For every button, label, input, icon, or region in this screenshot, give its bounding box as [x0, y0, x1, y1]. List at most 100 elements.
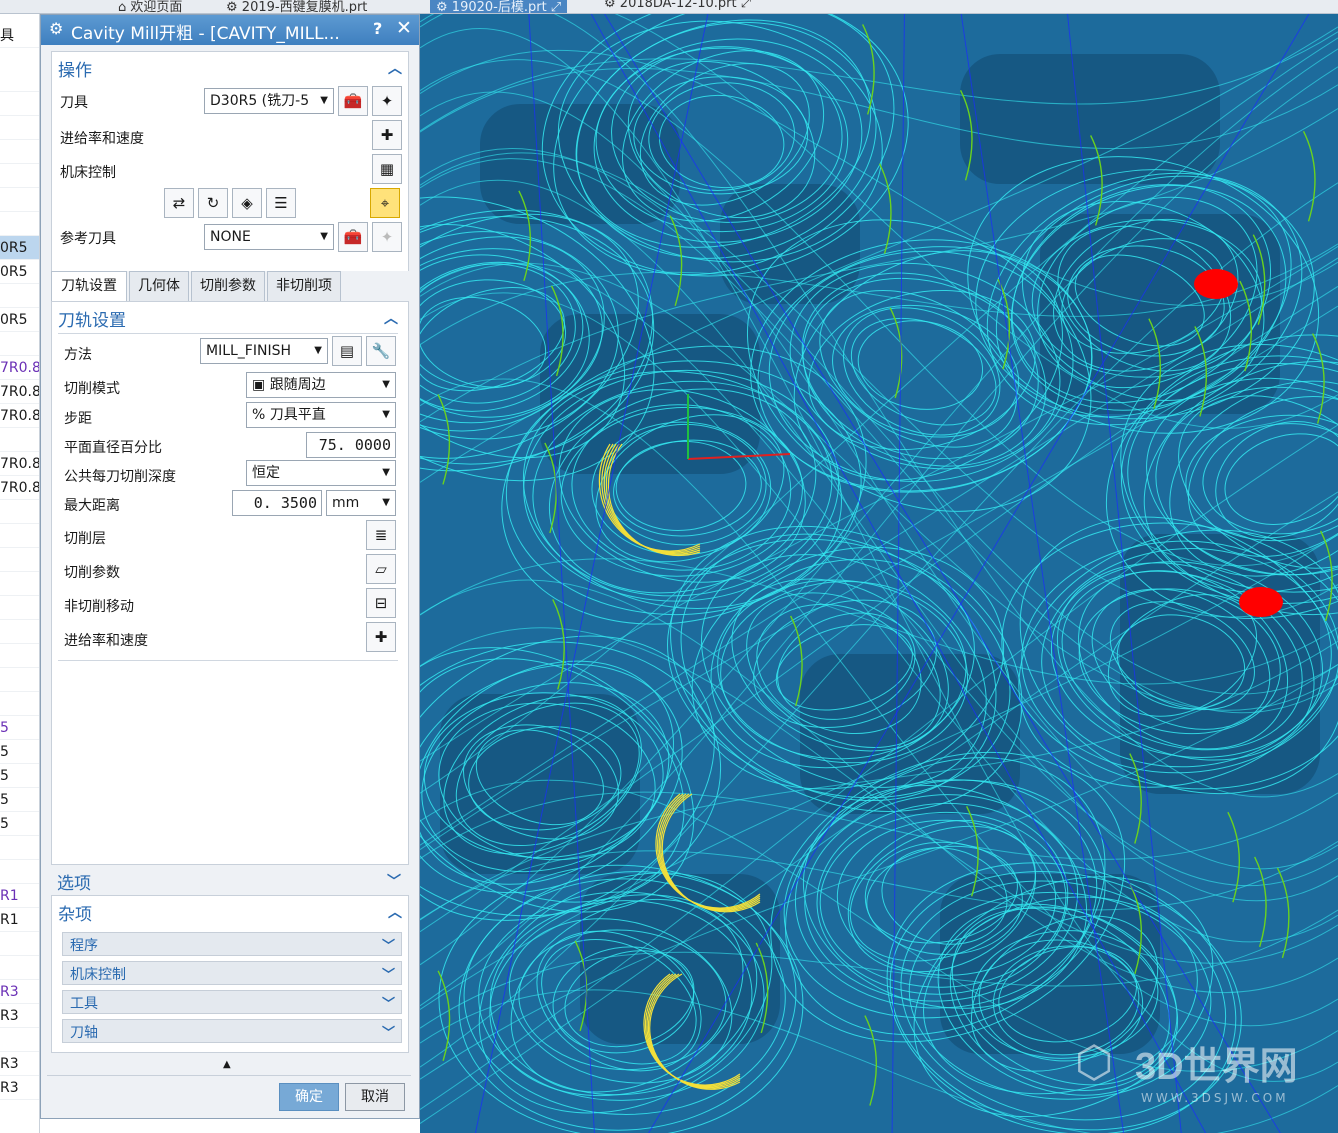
max-dist-input[interactable]: 0. 3500 [232, 490, 322, 516]
navigator-row[interactable]: 0R5 [0, 236, 39, 260]
simulate-icon[interactable]: ⌖ [370, 188, 400, 218]
navigator-row[interactable] [0, 956, 39, 980]
cut-params-icon[interactable]: ▱ [366, 554, 396, 584]
tool-select[interactable]: D30R5 (铣刀-5 ▼ [204, 88, 334, 114]
path-settings-header[interactable]: 刀轨设置 [58, 306, 126, 331]
expand-chevron-icon[interactable]: ﹀ [387, 871, 401, 891]
graphics-viewport[interactable]: ⬡ 3D世界网 WWW.3DSJW.COM [420, 14, 1338, 1133]
navigator-row[interactable] [0, 572, 39, 596]
misc-program-row[interactable]: 程序 ﹀ [62, 932, 402, 956]
collapse-chevron-icon[interactable]: ︿ [388, 58, 402, 78]
options-group[interactable]: 选项 ﹀ [51, 867, 409, 894]
collapse-chevron-icon[interactable]: ︿ [388, 902, 402, 922]
misc-machine-label: 机床控制 [70, 967, 126, 983]
tab-welcome[interactable]: ⌂ 欢迎页面 [118, 0, 182, 13]
misc-axis-label: 刀轴 [70, 1025, 98, 1041]
options-header[interactable]: 选项 [57, 869, 91, 894]
navigator-row[interactable]: 7R0.8 [0, 476, 39, 500]
replay-icon[interactable]: ↻ [198, 188, 228, 218]
noncut-moves-icon[interactable]: ⊟ [366, 588, 396, 618]
navigator-row[interactable] [0, 644, 39, 668]
misc-tool-row[interactable]: 工具 ﹀ [62, 990, 402, 1014]
navigator-row[interactable]: 5 [0, 812, 39, 836]
navigator-row[interactable]: R3 [0, 980, 39, 1004]
navigator-row[interactable] [0, 140, 39, 164]
navigator-row[interactable]: 5 [0, 740, 39, 764]
collapse-arrow-icon[interactable]: ▲ [223, 1059, 231, 1070]
navigator-row[interactable] [0, 164, 39, 188]
verify-icon[interactable]: ◈ [232, 188, 262, 218]
navigator-row[interactable]: 7R0.8 [0, 404, 39, 428]
depth-value: 恒定 [252, 465, 280, 481]
misc-axis-row[interactable]: 刀轴 ﹀ [62, 1019, 402, 1043]
navigator-row[interactable] [0, 212, 39, 236]
cut-mode-select[interactable]: ▣ 跟随周边 ▼ [246, 372, 396, 398]
navigator-row[interactable] [0, 620, 39, 644]
navigator-row[interactable]: R3 [0, 1004, 39, 1028]
collapse-chevron-icon[interactable]: ︿ [384, 308, 398, 328]
stepover-select[interactable]: % 刀具平直 ▼ [246, 402, 396, 428]
navigator-row[interactable] [0, 692, 39, 716]
ok-button[interactable]: 确定 [279, 1083, 339, 1111]
navigator-row[interactable] [0, 68, 39, 92]
percent-input[interactable]: 75. 0000 [306, 432, 396, 458]
navigator-row[interactable] [0, 860, 39, 884]
navigator-row[interactable]: R3 [0, 1076, 39, 1100]
navigator-row[interactable] [0, 92, 39, 116]
navigator-row[interactable]: 5 [0, 764, 39, 788]
edit-tool-icon[interactable]: ✦ [372, 86, 402, 116]
navigator-row[interactable]: 0R5 [0, 308, 39, 332]
help-button[interactable]: ? [373, 19, 382, 38]
edit-method-icon[interactable]: 🔧 [366, 336, 396, 366]
navigator-row[interactable]: 5 [0, 788, 39, 812]
close-button[interactable]: ✕ [396, 17, 412, 39]
unit-select[interactable]: mm ▼ [326, 490, 396, 516]
navigator-row[interactable]: R1 [0, 884, 39, 908]
tab-path-settings[interactable]: 刀轨设置 [51, 271, 127, 302]
path-feeds-icon[interactable]: ✚ [366, 622, 396, 652]
navigator-row[interactable]: 7R0.8 [0, 380, 39, 404]
navigator-row[interactable] [0, 1028, 39, 1052]
misc-header[interactable]: 杂项 [58, 900, 92, 925]
misc-machine-row[interactable]: 机床控制 ﹀ [62, 961, 402, 985]
navigator-row[interactable] [0, 188, 39, 212]
navigator-row[interactable] [0, 524, 39, 548]
navigator-row[interactable] [0, 500, 39, 524]
ref-tool-select[interactable]: NONE ▼ [204, 224, 334, 250]
new-ref-tool-icon[interactable]: 🧰 [338, 222, 368, 252]
list-icon[interactable]: ☰ [266, 188, 296, 218]
tab-cut-params[interactable]: 切削参数 [191, 271, 265, 301]
navigator-row[interactable]: 5 [0, 716, 39, 740]
machine-control-icon[interactable]: ▦ [372, 154, 402, 184]
cancel-button[interactable]: 取消 [345, 1083, 405, 1111]
navigator-row[interactable] [0, 548, 39, 572]
tab-file-1[interactable]: ⚙ 2019-西键复膜机.prt [226, 0, 367, 13]
method-select[interactable]: MILL_FINISH ▼ [200, 338, 328, 364]
generate-icon[interactable]: ⇄ [164, 188, 194, 218]
new-tool-icon[interactable]: 🧰 [338, 86, 368, 116]
navigator-row[interactable] [0, 932, 39, 956]
navigator-row[interactable]: 0R5 [0, 260, 39, 284]
navigator-row[interactable] [0, 116, 39, 140]
navigator-row[interactable]: R1 [0, 908, 39, 932]
document-tab-strip: ⌂ 欢迎页面 ⚙ 2019-西键复膜机.prt ⚙ 19020-后模.prt ⤢… [0, 0, 1338, 14]
feeds-speeds-icon[interactable]: ✚ [372, 120, 402, 150]
navigator-row[interactable] [0, 284, 39, 308]
tab-noncut[interactable]: 非切削项 [267, 271, 341, 301]
operation-group-header[interactable]: 操作 [58, 56, 92, 81]
navigator-row[interactable] [0, 596, 39, 620]
navigator-row[interactable] [0, 332, 39, 356]
tab-file-3[interactable]: ⚙ 2018DA-12-10.prt ⤢ [604, 0, 751, 13]
tab-file-2[interactable]: ⚙ 19020-后模.prt ⤢ [430, 0, 568, 13]
navigator-row[interactable]: 7R0.8 [0, 452, 39, 476]
navigator-row[interactable]: R3 [0, 1052, 39, 1076]
new-method-icon[interactable]: ▤ [332, 336, 362, 366]
red-marker [1194, 269, 1238, 299]
navigator-row[interactable] [0, 836, 39, 860]
depth-select[interactable]: 恒定 ▼ [246, 460, 396, 486]
tab-geometry[interactable]: 几何体 [129, 271, 189, 301]
navigator-row[interactable] [0, 668, 39, 692]
navigator-row[interactable]: 7R0.8 [0, 356, 39, 380]
cut-levels-icon[interactable]: ≣ [366, 520, 396, 550]
navigator-row[interactable] [0, 428, 39, 452]
